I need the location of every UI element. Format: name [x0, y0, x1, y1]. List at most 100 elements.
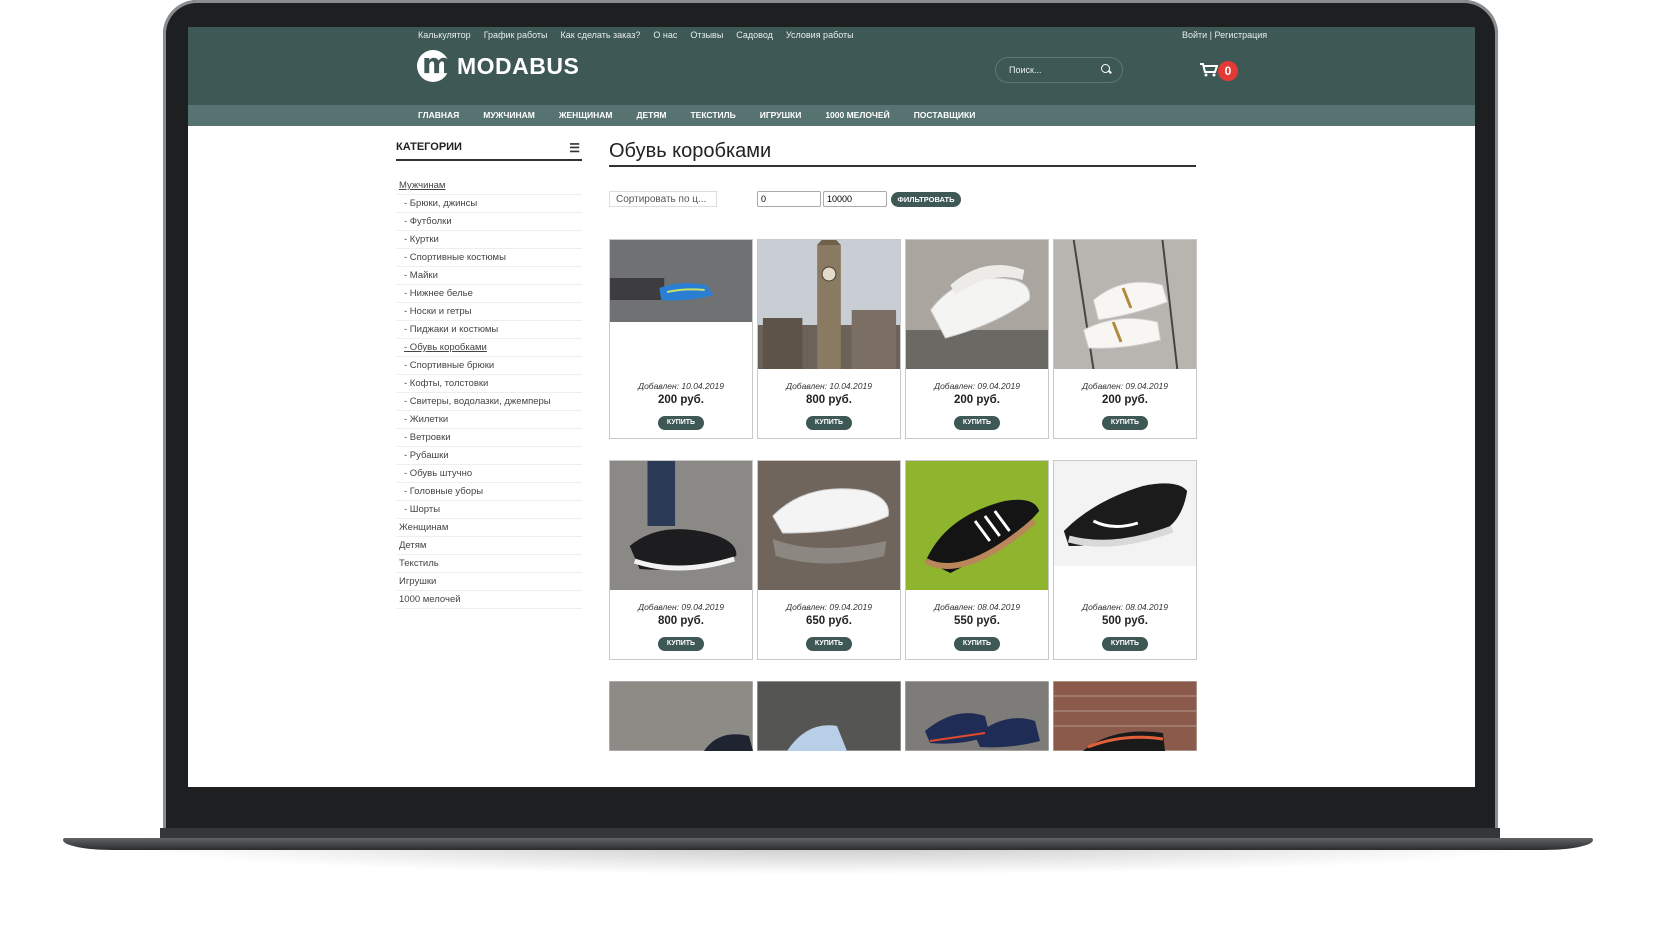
category-item[interactable]: Текстиль	[396, 555, 582, 573]
product-price: 200 руб.	[658, 394, 704, 406]
category-item[interactable]: - Спортивные брюки	[396, 357, 582, 375]
category-item[interactable]: - Носки и гетры	[396, 303, 582, 321]
product-price: 200 руб.	[954, 394, 1000, 406]
category-item[interactable]: - Головные уборы	[396, 483, 582, 501]
buy-button[interactable]: КУПИТЬ	[658, 416, 704, 430]
product-card[interactable]: Добавлен: 08.04.2019 550 руб. КУПИТЬ	[905, 460, 1049, 660]
category-item[interactable]: Женщинам	[396, 519, 582, 537]
category-item[interactable]: - Майки	[396, 267, 582, 285]
category-item[interactable]: Мужчинам	[396, 177, 582, 195]
top-link[interactable]: Калькулятор	[418, 30, 471, 40]
product-image[interactable]	[609, 681, 753, 751]
top-link[interactable]: О нас	[653, 30, 677, 40]
category-item[interactable]: - Кофты, толстовки	[396, 375, 582, 393]
buy-button[interactable]: КУПИТЬ	[954, 637, 1000, 651]
product-card[interactable]: Добавлен: 09.04.2019 650 руб. КУПИТЬ	[757, 460, 901, 660]
category-item-active[interactable]: - Обувь коробками	[396, 339, 582, 357]
product-date: Добавлен: 09.04.2019	[1082, 381, 1168, 391]
product-date: Добавлен: 09.04.2019	[786, 602, 872, 612]
nav-item[interactable]: ТЕКСТИЛЬ	[690, 110, 735, 120]
login-register-link[interactable]: Войти | Регистрация	[1182, 30, 1267, 40]
search-input[interactable]: Поиск...	[995, 57, 1123, 83]
category-item[interactable]: - Нижнее белье	[396, 285, 582, 303]
category-item[interactable]: - Свитеры, водолазки, джемперы	[396, 393, 582, 411]
product-card[interactable]: Добавлен: 09.04.2019 200 руб. КУПИТЬ	[905, 239, 1049, 439]
product-image[interactable]	[758, 461, 900, 590]
nav-item[interactable]: ЖЕНЩИНАМ	[559, 110, 613, 120]
top-link[interactable]: Садовод	[736, 30, 773, 40]
product-image[interactable]	[610, 240, 752, 369]
product-image[interactable]	[610, 461, 752, 590]
category-item[interactable]: - Спортивные костюмы	[396, 249, 582, 267]
logo[interactable]: MODABUS	[417, 47, 579, 82]
menu-icon[interactable]: ☰	[569, 141, 580, 155]
product-price: 200 руб.	[1102, 394, 1148, 406]
nav-item[interactable]: ПОСТАВЩИКИ	[914, 110, 976, 120]
buy-button[interactable]: КУПИТЬ	[1102, 637, 1148, 651]
product-price: 650 руб.	[806, 615, 852, 627]
category-item[interactable]: - Шорты	[396, 501, 582, 519]
product-price: 800 руб.	[658, 615, 704, 627]
logo-mark-icon	[417, 47, 451, 82]
category-item[interactable]: - Куртки	[396, 231, 582, 249]
browser-screen: Калькулятор График работы Как сделать за…	[188, 27, 1475, 787]
buy-button[interactable]: КУПИТЬ	[806, 637, 852, 651]
product-price: 800 руб.	[806, 394, 852, 406]
product-image[interactable]	[757, 681, 901, 751]
category-sidebar: КАТЕГОРИИ ☰ Мужчинам - Брюки, джинсы - Ф…	[396, 141, 582, 609]
filter-button[interactable]: ФИЛЬТРОВАТЬ	[891, 192, 961, 207]
sidebar-title: КАТЕГОРИИ ☰	[396, 141, 582, 161]
buy-button[interactable]: КУПИТЬ	[1102, 416, 1148, 430]
sort-select[interactable]: Сортировать по ц...	[609, 191, 717, 207]
product-image[interactable]	[1054, 240, 1196, 369]
nav-item[interactable]: ИГРУШКИ	[760, 110, 802, 120]
product-image[interactable]	[758, 240, 900, 369]
category-item[interactable]: - Футболки	[396, 213, 582, 231]
nav-item[interactable]: МУЖЧИНАМ	[483, 110, 535, 120]
top-link[interactable]: Как сделать заказ?	[561, 30, 641, 40]
header	[188, 45, 1475, 105]
nav-item[interactable]: 1000 МЕЛОЧЕЙ	[825, 110, 889, 120]
category-item[interactable]: - Брюки, джинсы	[396, 195, 582, 213]
top-link[interactable]: График работы	[484, 30, 548, 40]
product-date: Добавлен: 09.04.2019	[638, 602, 724, 612]
nav-item[interactable]: ДЕТЯМ	[636, 110, 666, 120]
category-item[interactable]: Игрушки	[396, 573, 582, 591]
product-image[interactable]	[1053, 681, 1197, 751]
category-item[interactable]: - Рубашки	[396, 447, 582, 465]
buy-button[interactable]: КУПИТЬ	[806, 416, 852, 430]
product-card[interactable]: Добавлен: 09.04.2019 200 руб. КУПИТЬ	[1053, 239, 1197, 439]
category-item[interactable]: - Пиджаки и костюмы	[396, 321, 582, 339]
product-card[interactable]: Добавлен: 08.04.2019 500 руб. КУПИТЬ	[1053, 460, 1197, 660]
product-card[interactable]: Добавлен: 10.04.2019 200 руб. КУПИТЬ	[609, 239, 753, 439]
sidebar-title-text: КАТЕГОРИИ	[396, 141, 462, 153]
product-date: Добавлен: 10.04.2019	[786, 381, 872, 391]
top-link[interactable]: Условия работы	[786, 30, 854, 40]
cart-count-badge[interactable]: 0	[1218, 61, 1238, 81]
category-item[interactable]: - Обувь штучно	[396, 465, 582, 483]
product-image[interactable]	[905, 681, 1049, 751]
nav-item[interactable]: ГЛАВНАЯ	[418, 110, 459, 120]
price-max-input[interactable]: 10000	[823, 191, 887, 207]
category-item[interactable]: - Ветровки	[396, 429, 582, 447]
product-image[interactable]	[906, 461, 1048, 590]
product-date: Добавлен: 08.04.2019	[934, 602, 1020, 612]
category-item[interactable]: 1000 мелочей	[396, 591, 582, 609]
search-icon[interactable]	[1101, 64, 1110, 73]
buy-button[interactable]: КУПИТЬ	[954, 416, 1000, 430]
product-date: Добавлен: 09.04.2019	[934, 381, 1020, 391]
page-title: Обувь коробками	[609, 140, 1196, 167]
product-date: Добавлен: 10.04.2019	[638, 381, 724, 391]
product-image[interactable]	[906, 240, 1048, 369]
buy-button[interactable]: КУПИТЬ	[658, 637, 704, 651]
price-min-input[interactable]: 0	[757, 191, 821, 207]
top-link[interactable]: Отзывы	[690, 30, 723, 40]
product-card[interactable]: Добавлен: 10.04.2019 800 руб. КУПИТЬ	[757, 239, 901, 439]
product-card[interactable]: Добавлен: 09.04.2019 800 руб. КУПИТЬ	[609, 460, 753, 660]
category-item[interactable]: - Жилетки	[396, 411, 582, 429]
cart-icon[interactable]	[1200, 63, 1218, 77]
search-placeholder: Поиск...	[1009, 65, 1042, 75]
product-price: 500 руб.	[1102, 615, 1148, 627]
product-image[interactable]	[1054, 461, 1196, 590]
category-item[interactable]: Детям	[396, 537, 582, 555]
